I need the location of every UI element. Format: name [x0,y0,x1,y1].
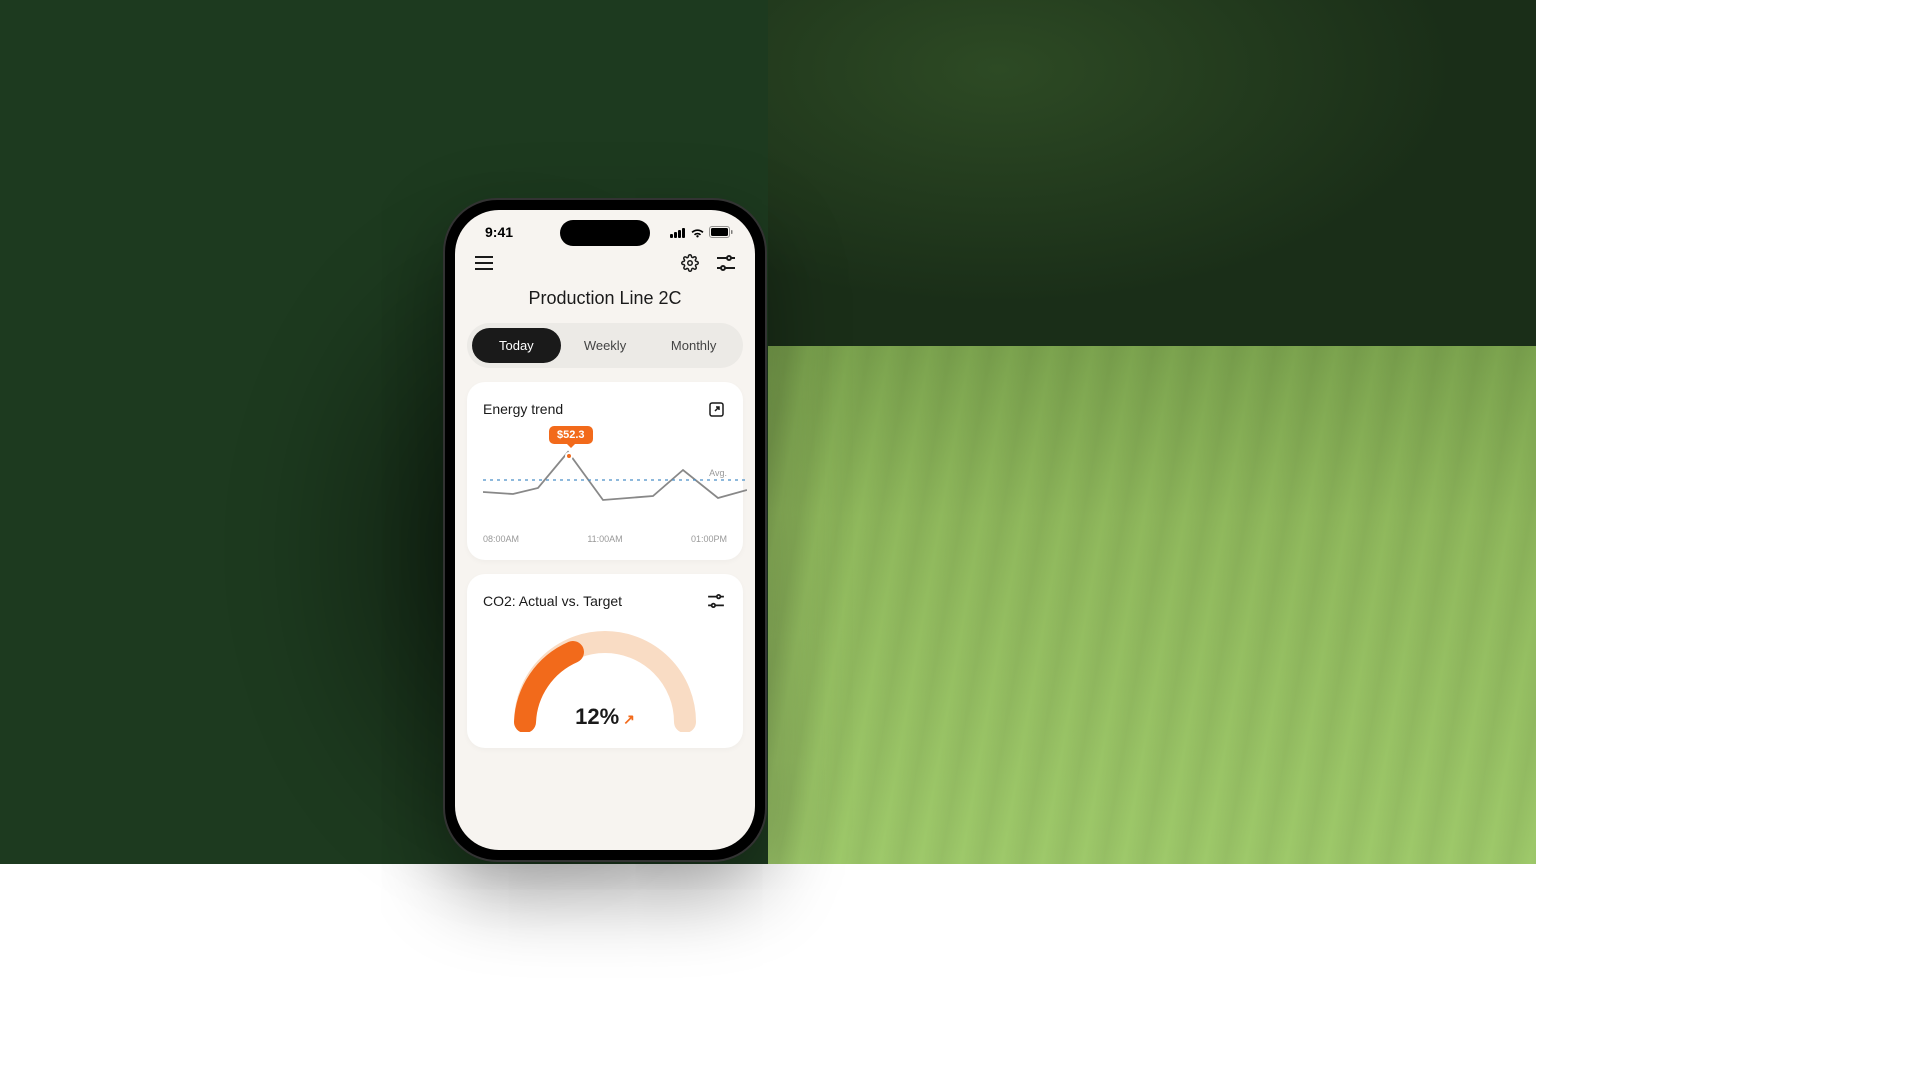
signal-icon [670,227,686,238]
axis-label: 01:00PM [691,534,727,544]
gauge-value: 12% [575,704,619,730]
tab-weekly[interactable]: Weekly [561,328,650,363]
phone-frame: 9:41 [445,200,765,860]
sliders-icon[interactable] [715,252,737,274]
wifi-icon [690,227,705,238]
co2-card-title: CO2: Actual vs. Target [483,593,622,609]
dynamic-island [560,220,650,246]
x-axis-labels: 08:00AM 11:00AM 01:00PM [483,534,727,544]
park-family-photo [768,0,1536,864]
expand-icon[interactable] [705,398,727,420]
status-time: 9:41 [485,224,513,240]
energy-card-title: Energy trend [483,401,563,417]
tab-monthly[interactable]: Monthly [649,328,738,363]
page-title: Production Line 2C [455,288,755,309]
axis-label: 11:00AM [587,534,622,544]
battery-icon [709,226,733,238]
chart-tooltip: $52.3 [549,426,593,444]
co2-card: CO2: Actual vs. Target 12% ↗ [467,574,743,748]
time-range-tabs: Today Weekly Monthly [467,323,743,368]
gear-icon[interactable] [679,252,701,274]
phone-screen: 9:41 [455,210,755,850]
sliders-icon[interactable] [705,590,727,612]
trend-up-icon: ↗ [623,711,635,728]
axis-label: 08:00AM [483,534,519,544]
chart-highlight-dot [565,452,573,460]
tab-today[interactable]: Today [472,328,561,363]
co2-gauge-chart: 12% ↗ [483,622,727,732]
right-photo-panel [768,0,1536,864]
avg-label: Avg. [709,468,727,478]
menu-icon[interactable] [473,252,495,274]
energy-trend-card: Energy trend $52.3 Avg. [467,382,743,560]
energy-line-chart: $52.3 Avg. [483,430,727,530]
